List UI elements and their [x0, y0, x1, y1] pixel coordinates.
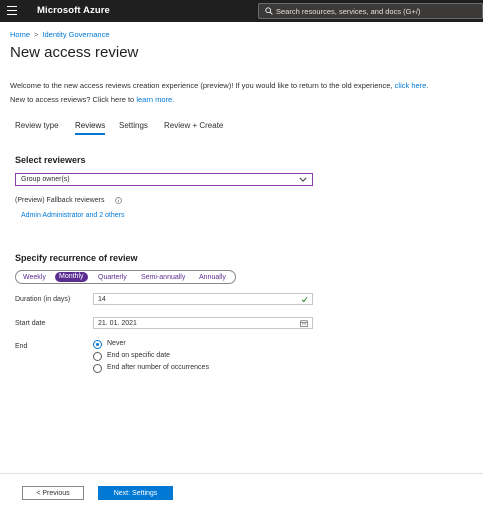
end-option-specific-date-label: End on specific date	[107, 352, 171, 359]
end-label: End	[15, 343, 28, 350]
radio-circle[interactable]	[93, 352, 102, 361]
start-date-input[interactable]	[98, 319, 288, 328]
tab-review-type[interactable]: Review type	[15, 121, 59, 130]
tab-reviews[interactable]: Reviews	[75, 121, 106, 135]
footer-divider	[0, 473, 483, 474]
tab-settings[interactable]: Settings	[119, 121, 148, 130]
recurrence-option-monthly[interactable]: Monthly	[55, 272, 88, 282]
radio-circle[interactable]	[93, 364, 102, 373]
select-reviewers-heading: Select reviewers	[15, 155, 86, 165]
duration-input[interactable]	[98, 295, 288, 304]
check-icon	[301, 297, 308, 303]
old-experience-link[interactable]: click here.	[395, 81, 429, 90]
recurrence-option-semi-annually[interactable]: Semi-annually	[141, 273, 185, 282]
recurrence-option-weekly[interactable]: Weekly	[23, 273, 46, 282]
breadcrumb-separator: >	[34, 30, 39, 39]
recurrence-heading: Specify recurrence of review	[15, 253, 138, 263]
reviewers-dropdown-value: Group owner(s)	[21, 176, 70, 183]
intro-text: Welcome to the new access reviews creati…	[10, 79, 480, 107]
fallback-reviewers-link[interactable]: Admin Administrator and 2 others	[21, 212, 125, 219]
intro-line1: Welcome to the new access reviews creati…	[10, 81, 393, 90]
global-search-box[interactable]	[258, 3, 483, 19]
breadcrumb-identity-governance[interactable]: Identity Governance	[42, 30, 109, 39]
end-option-occurrences-label: End after number of occurrences	[107, 364, 209, 371]
brand-title[interactable]: Microsoft Azure	[37, 5, 110, 16]
top-bar: Microsoft Azure	[0, 0, 483, 22]
chevron-down-icon	[299, 177, 307, 182]
search-icon	[265, 7, 273, 15]
duration-field[interactable]	[93, 293, 313, 305]
reviewers-dropdown[interactable]: Group owner(s)	[15, 173, 313, 186]
search-input[interactable]	[276, 5, 476, 17]
info-icon[interactable]	[115, 197, 122, 204]
learn-more-link[interactable]: learn more.	[136, 95, 174, 104]
breadcrumb: Home > Identity Governance	[10, 30, 110, 39]
recurrence-option-annually[interactable]: Annually	[199, 273, 226, 282]
calendar-icon[interactable]	[300, 320, 308, 327]
tab-review-create[interactable]: Review + Create	[164, 121, 223, 130]
hamburger-icon[interactable]	[7, 6, 17, 15]
next-settings-button[interactable]: Next: Settings	[98, 486, 173, 500]
fallback-reviewers-label: (Preview) Fallback reviewers	[15, 197, 105, 204]
recurrence-selector: Weekly Monthly Quarterly Semi-annually A…	[15, 270, 236, 284]
duration-label: Duration (in days)	[15, 296, 71, 303]
previous-button[interactable]: < Previous	[22, 486, 84, 500]
breadcrumb-home[interactable]: Home	[10, 30, 30, 39]
recurrence-option-quarterly[interactable]: Quarterly	[98, 273, 127, 282]
intro-line2: New to access reviews? Click here to	[10, 95, 135, 104]
start-date-label: Start date	[15, 320, 46, 327]
radio-circle[interactable]	[93, 340, 102, 349]
start-date-field[interactable]	[93, 317, 313, 329]
end-option-never-label: Never	[107, 340, 126, 347]
page-title: New access review	[10, 44, 139, 61]
